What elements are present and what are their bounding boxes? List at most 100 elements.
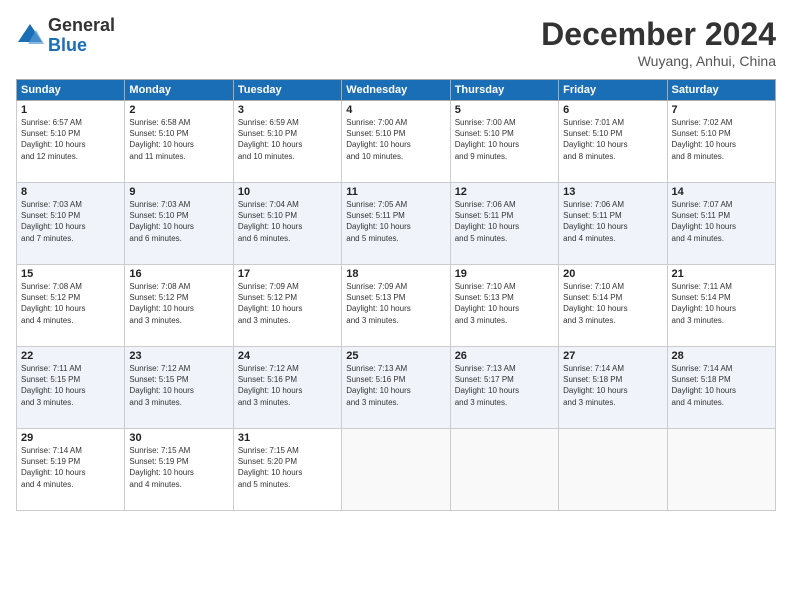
day-info: Sunrise: 7:14 AM Sunset: 5:19 PM Dayligh…: [21, 445, 120, 490]
table-row: 10Sunrise: 7:04 AM Sunset: 5:10 PM Dayli…: [233, 183, 341, 265]
table-row: 6Sunrise: 7:01 AM Sunset: 5:10 PM Daylig…: [559, 101, 667, 183]
table-row: [450, 429, 558, 511]
day-number: 28: [672, 350, 771, 362]
location: Wuyang, Anhui, China: [541, 53, 776, 69]
day-number: 1: [21, 104, 120, 116]
day-number: 23: [129, 350, 228, 362]
day-info: Sunrise: 7:01 AM Sunset: 5:10 PM Dayligh…: [563, 117, 662, 162]
day-number: 17: [238, 268, 337, 280]
table-row: 16Sunrise: 7:08 AM Sunset: 5:12 PM Dayli…: [125, 265, 233, 347]
calendar-week-row: 15Sunrise: 7:08 AM Sunset: 5:12 PM Dayli…: [17, 265, 776, 347]
table-row: 1Sunrise: 6:57 AM Sunset: 5:10 PM Daylig…: [17, 101, 125, 183]
table-row: 7Sunrise: 7:02 AM Sunset: 5:10 PM Daylig…: [667, 101, 775, 183]
day-info: Sunrise: 7:05 AM Sunset: 5:11 PM Dayligh…: [346, 199, 445, 244]
day-info: Sunrise: 7:12 AM Sunset: 5:16 PM Dayligh…: [238, 363, 337, 408]
col-saturday: Saturday: [667, 80, 775, 101]
day-info: Sunrise: 7:10 AM Sunset: 5:14 PM Dayligh…: [563, 281, 662, 326]
day-info: Sunrise: 7:07 AM Sunset: 5:11 PM Dayligh…: [672, 199, 771, 244]
day-info: Sunrise: 7:15 AM Sunset: 5:20 PM Dayligh…: [238, 445, 337, 490]
day-number: 13: [563, 186, 662, 198]
logo-general: General: [48, 16, 115, 36]
day-number: 22: [21, 350, 120, 362]
table-row: 11Sunrise: 7:05 AM Sunset: 5:11 PM Dayli…: [342, 183, 450, 265]
day-number: 27: [563, 350, 662, 362]
calendar-week-row: 8Sunrise: 7:03 AM Sunset: 5:10 PM Daylig…: [17, 183, 776, 265]
day-number: 2: [129, 104, 228, 116]
day-info: Sunrise: 7:06 AM Sunset: 5:11 PM Dayligh…: [563, 199, 662, 244]
day-info: Sunrise: 7:13 AM Sunset: 5:16 PM Dayligh…: [346, 363, 445, 408]
day-info: Sunrise: 7:13 AM Sunset: 5:17 PM Dayligh…: [455, 363, 554, 408]
table-row: 25Sunrise: 7:13 AM Sunset: 5:16 PM Dayli…: [342, 347, 450, 429]
col-wednesday: Wednesday: [342, 80, 450, 101]
day-number: 9: [129, 186, 228, 198]
table-row: 15Sunrise: 7:08 AM Sunset: 5:12 PM Dayli…: [17, 265, 125, 347]
calendar-week-row: 29Sunrise: 7:14 AM Sunset: 5:19 PM Dayli…: [17, 429, 776, 511]
logo-icon: [16, 22, 44, 50]
day-number: 12: [455, 186, 554, 198]
day-number: 8: [21, 186, 120, 198]
calendar-week-row: 22Sunrise: 7:11 AM Sunset: 5:15 PM Dayli…: [17, 347, 776, 429]
table-row: [342, 429, 450, 511]
title-block: December 2024 Wuyang, Anhui, China: [541, 16, 776, 69]
table-row: 31Sunrise: 7:15 AM Sunset: 5:20 PM Dayli…: [233, 429, 341, 511]
day-info: Sunrise: 7:15 AM Sunset: 5:19 PM Dayligh…: [129, 445, 228, 490]
calendar-header-row: Sunday Monday Tuesday Wednesday Thursday…: [17, 80, 776, 101]
col-tuesday: Tuesday: [233, 80, 341, 101]
table-row: 29Sunrise: 7:14 AM Sunset: 5:19 PM Dayli…: [17, 429, 125, 511]
table-row: 28Sunrise: 7:14 AM Sunset: 5:18 PM Dayli…: [667, 347, 775, 429]
table-row: 24Sunrise: 7:12 AM Sunset: 5:16 PM Dayli…: [233, 347, 341, 429]
day-info: Sunrise: 7:02 AM Sunset: 5:10 PM Dayligh…: [672, 117, 771, 162]
table-row: 23Sunrise: 7:12 AM Sunset: 5:15 PM Dayli…: [125, 347, 233, 429]
day-number: 14: [672, 186, 771, 198]
header: General Blue December 2024 Wuyang, Anhui…: [16, 16, 776, 69]
day-info: Sunrise: 7:09 AM Sunset: 5:13 PM Dayligh…: [346, 281, 445, 326]
col-monday: Monday: [125, 80, 233, 101]
day-number: 11: [346, 186, 445, 198]
day-info: Sunrise: 7:14 AM Sunset: 5:18 PM Dayligh…: [563, 363, 662, 408]
day-info: Sunrise: 7:14 AM Sunset: 5:18 PM Dayligh…: [672, 363, 771, 408]
day-info: Sunrise: 7:00 AM Sunset: 5:10 PM Dayligh…: [346, 117, 445, 162]
day-info: Sunrise: 6:57 AM Sunset: 5:10 PM Dayligh…: [21, 117, 120, 162]
calendar-week-row: 1Sunrise: 6:57 AM Sunset: 5:10 PM Daylig…: [17, 101, 776, 183]
table-row: 5Sunrise: 7:00 AM Sunset: 5:10 PM Daylig…: [450, 101, 558, 183]
logo-blue: Blue: [48, 36, 115, 56]
day-number: 24: [238, 350, 337, 362]
day-number: 29: [21, 432, 120, 444]
page: General Blue December 2024 Wuyang, Anhui…: [0, 0, 792, 612]
day-info: Sunrise: 7:00 AM Sunset: 5:10 PM Dayligh…: [455, 117, 554, 162]
table-row: 2Sunrise: 6:58 AM Sunset: 5:10 PM Daylig…: [125, 101, 233, 183]
table-row: [667, 429, 775, 511]
day-number: 4: [346, 104, 445, 116]
col-friday: Friday: [559, 80, 667, 101]
day-number: 21: [672, 268, 771, 280]
table-row: 22Sunrise: 7:11 AM Sunset: 5:15 PM Dayli…: [17, 347, 125, 429]
table-row: 3Sunrise: 6:59 AM Sunset: 5:10 PM Daylig…: [233, 101, 341, 183]
day-number: 30: [129, 432, 228, 444]
day-info: Sunrise: 7:03 AM Sunset: 5:10 PM Dayligh…: [129, 199, 228, 244]
day-info: Sunrise: 7:10 AM Sunset: 5:13 PM Dayligh…: [455, 281, 554, 326]
day-info: Sunrise: 7:03 AM Sunset: 5:10 PM Dayligh…: [21, 199, 120, 244]
day-number: 10: [238, 186, 337, 198]
table-row: 19Sunrise: 7:10 AM Sunset: 5:13 PM Dayli…: [450, 265, 558, 347]
table-row: 27Sunrise: 7:14 AM Sunset: 5:18 PM Dayli…: [559, 347, 667, 429]
table-row: 4Sunrise: 7:00 AM Sunset: 5:10 PM Daylig…: [342, 101, 450, 183]
table-row: 17Sunrise: 7:09 AM Sunset: 5:12 PM Dayli…: [233, 265, 341, 347]
day-info: Sunrise: 7:09 AM Sunset: 5:12 PM Dayligh…: [238, 281, 337, 326]
col-thursday: Thursday: [450, 80, 558, 101]
day-number: 25: [346, 350, 445, 362]
day-number: 15: [21, 268, 120, 280]
table-row: 21Sunrise: 7:11 AM Sunset: 5:14 PM Dayli…: [667, 265, 775, 347]
table-row: 14Sunrise: 7:07 AM Sunset: 5:11 PM Dayli…: [667, 183, 775, 265]
day-number: 7: [672, 104, 771, 116]
table-row: 26Sunrise: 7:13 AM Sunset: 5:17 PM Dayli…: [450, 347, 558, 429]
day-number: 18: [346, 268, 445, 280]
table-row: 30Sunrise: 7:15 AM Sunset: 5:19 PM Dayli…: [125, 429, 233, 511]
day-number: 19: [455, 268, 554, 280]
table-row: 12Sunrise: 7:06 AM Sunset: 5:11 PM Dayli…: [450, 183, 558, 265]
day-number: 3: [238, 104, 337, 116]
day-number: 26: [455, 350, 554, 362]
table-row: 20Sunrise: 7:10 AM Sunset: 5:14 PM Dayli…: [559, 265, 667, 347]
day-info: Sunrise: 7:11 AM Sunset: 5:15 PM Dayligh…: [21, 363, 120, 408]
day-info: Sunrise: 6:59 AM Sunset: 5:10 PM Dayligh…: [238, 117, 337, 162]
day-info: Sunrise: 7:11 AM Sunset: 5:14 PM Dayligh…: [672, 281, 771, 326]
